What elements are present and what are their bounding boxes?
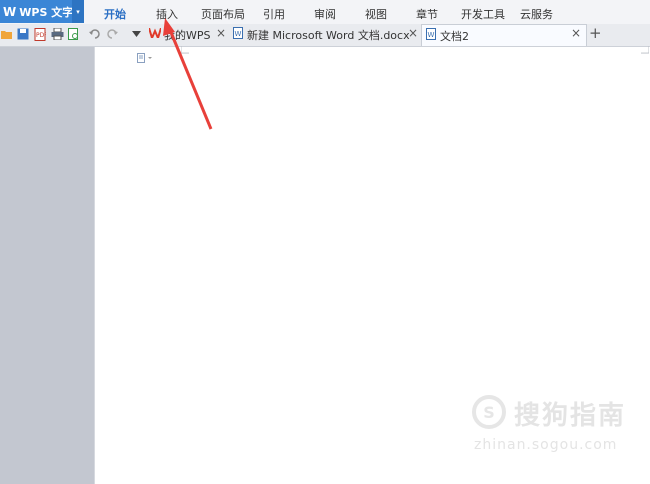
sogou-logo-icon: S (472, 395, 506, 429)
watermark-title: 搜狗指南 (514, 401, 627, 431)
watermark-url: zhinan.sogou.com (474, 437, 618, 453)
